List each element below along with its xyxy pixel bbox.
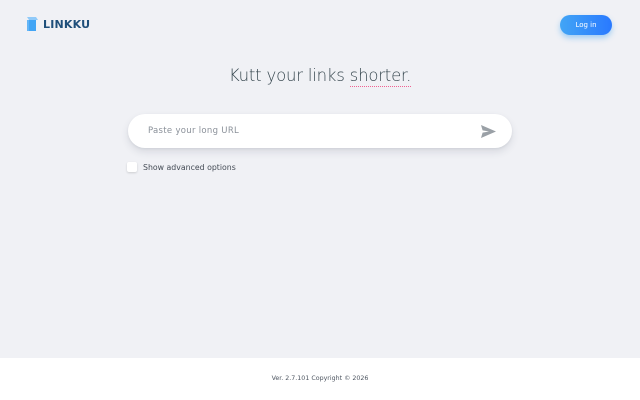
login-button[interactable]: Log in xyxy=(560,15,612,35)
logo-link[interactable]: LINKKU xyxy=(27,17,90,31)
advanced-options-label[interactable]: Show advanced options xyxy=(143,163,236,172)
header: LINKKU Log in xyxy=(0,0,640,50)
url-search-bar xyxy=(128,114,512,148)
url-input[interactable] xyxy=(148,122,468,140)
send-icon[interactable] xyxy=(481,125,496,138)
footer-text: Ver. 2.7.101 Copyright © 2026 xyxy=(271,375,369,382)
footer: Ver. 2.7.101 Copyright © 2026 xyxy=(0,358,640,400)
main-page: LINKKU Log in Kutt your links shorter. S… xyxy=(0,0,640,358)
title-text: Kutt your links xyxy=(228,66,350,85)
logo-text: LINKKU xyxy=(43,17,91,31)
advanced-options-checkbox[interactable] xyxy=(127,162,137,172)
page-title: Kutt your links shorter. xyxy=(0,66,640,87)
logo-icon xyxy=(27,17,38,31)
title-highlight: shorter. xyxy=(349,66,412,87)
advanced-options-toggle[interactable]: Show advanced options xyxy=(127,162,236,172)
